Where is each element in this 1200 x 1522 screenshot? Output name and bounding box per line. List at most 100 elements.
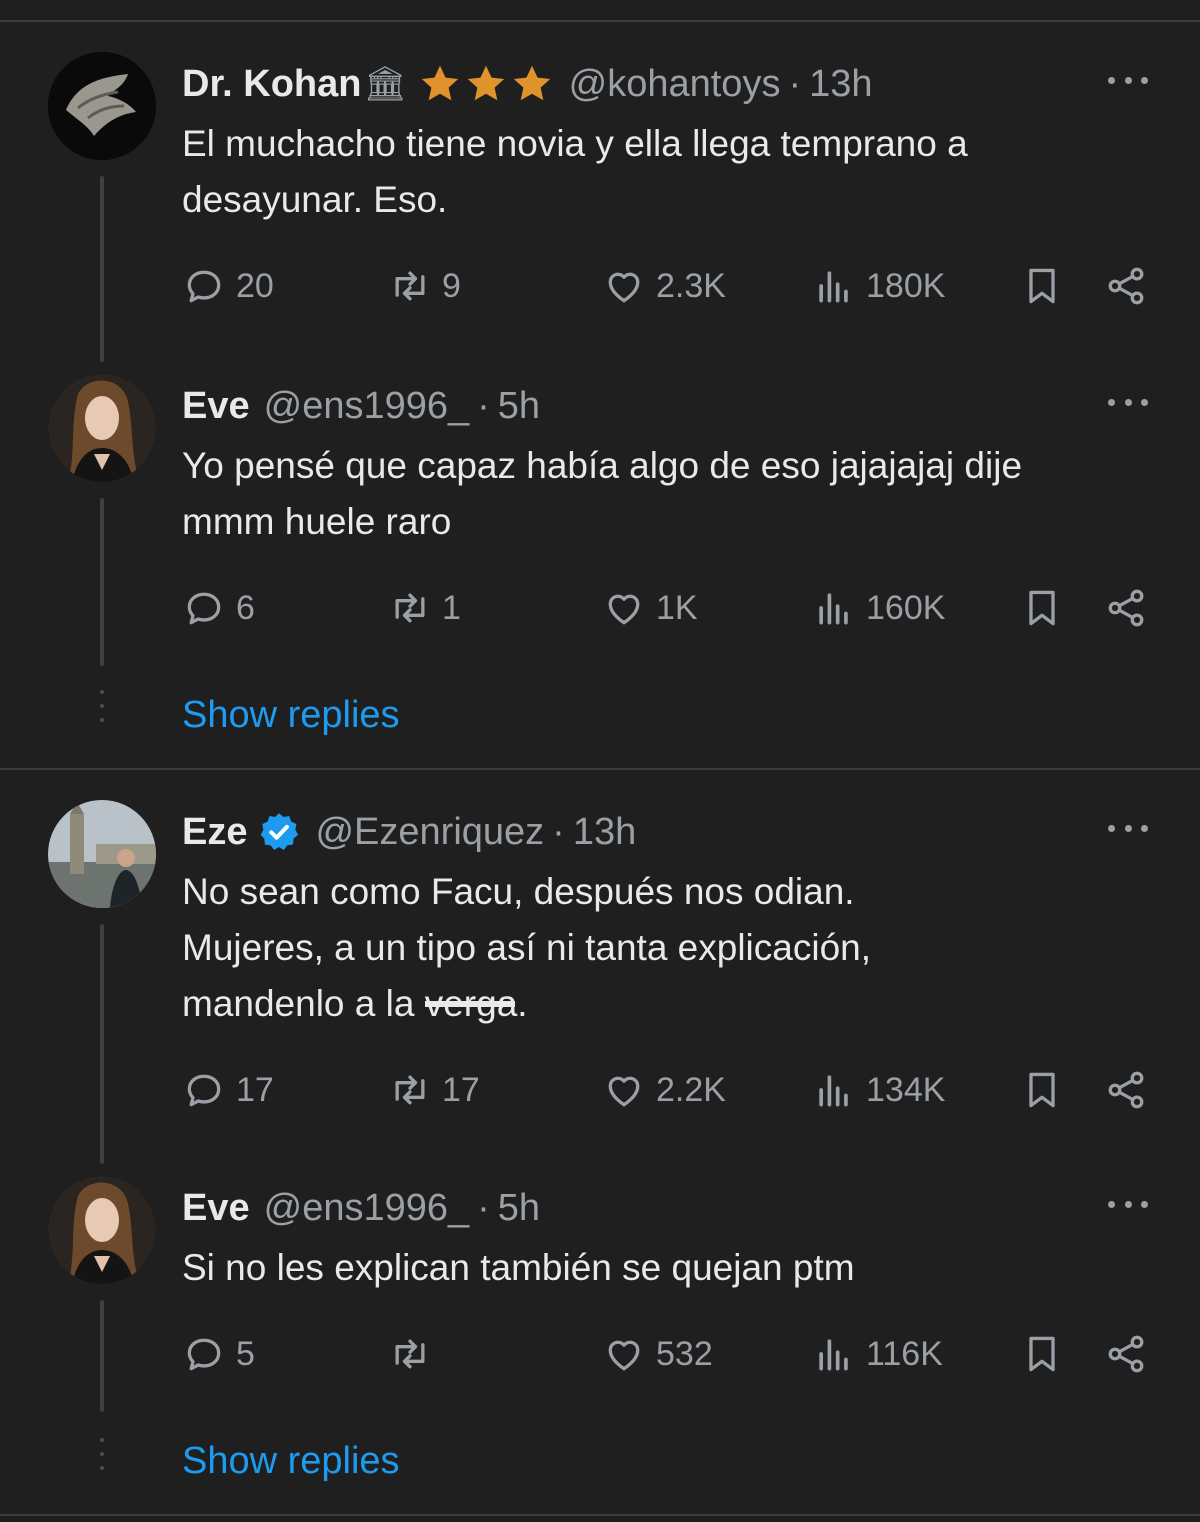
- views-button[interactable]: 160K: [812, 584, 945, 632]
- thread-divider: [0, 768, 1200, 770]
- separator-dot: ·: [477, 1186, 490, 1229]
- user-handle[interactable]: @Ezenriquez: [315, 811, 544, 854]
- more-icon[interactable]: [1108, 1194, 1148, 1214]
- thread-line: [100, 924, 104, 1164]
- display-name[interactable]: Eze: [182, 811, 247, 854]
- views-icon: [812, 586, 856, 630]
- share-icon: [1104, 1068, 1148, 1112]
- share-button[interactable]: [1104, 584, 1158, 632]
- like-button[interactable]: 1K: [602, 584, 698, 632]
- like-button[interactable]: 2.2K: [602, 1066, 726, 1114]
- action-bar: 20 9 2.3K 180K: [182, 262, 1162, 310]
- bookmark-button[interactable]: [1020, 1066, 1074, 1114]
- avatar[interactable]: [48, 52, 156, 160]
- tweet-text: Si no les explican también se quejan ptm: [182, 1247, 855, 1288]
- like-icon: [602, 1068, 646, 1112]
- thread-line: [100, 1300, 104, 1412]
- like-icon: [602, 264, 646, 308]
- timestamp[interactable]: 5h: [498, 1187, 540, 1230]
- bookmark-button[interactable]: [1020, 584, 1074, 632]
- retweet-icon: [388, 264, 432, 308]
- views-button[interactable]: 180K: [812, 262, 945, 310]
- action-bar: 6 1 1K 160K: [182, 584, 1162, 632]
- reply-button[interactable]: 17: [182, 1066, 274, 1114]
- views-button[interactable]: 134K: [812, 1066, 945, 1114]
- tweet-header: Eve @ens1996_ · 5h: [182, 382, 540, 430]
- bookmark-button[interactable]: [1020, 262, 1074, 310]
- retweet-button[interactable]: [388, 1330, 442, 1378]
- share-button[interactable]: [1104, 1066, 1158, 1114]
- avatar[interactable]: [48, 374, 156, 482]
- display-name[interactable]: Eve: [182, 1187, 250, 1230]
- display-name[interactable]: Eve: [182, 385, 250, 428]
- reply-icon: [182, 1332, 226, 1376]
- thread-line: [100, 498, 104, 666]
- user-handle[interactable]: @ens1996_: [264, 385, 470, 428]
- star-icon: [509, 61, 555, 107]
- more-icon[interactable]: [1108, 70, 1148, 90]
- tweet-text: El muchacho tiene novia y ella llega tem…: [182, 123, 968, 220]
- timestamp[interactable]: 13h: [573, 811, 636, 854]
- reply-button[interactable]: 6: [182, 584, 255, 632]
- reply-icon: [182, 586, 226, 630]
- retweet-button[interactable]: 1: [388, 584, 461, 632]
- bookmark-icon: [1020, 264, 1064, 308]
- like-icon: [602, 586, 646, 630]
- bookmark-icon: [1020, 1068, 1064, 1112]
- tweet-header: Dr. Kohan 🏛 @kohantoys · 13h: [182, 60, 873, 108]
- like-icon: [602, 1332, 646, 1376]
- tweet-text: No sean como Facu, después nos odian. Mu…: [182, 864, 1142, 1032]
- bookmark-icon: [1020, 586, 1064, 630]
- timestamp[interactable]: 5h: [498, 385, 540, 428]
- user-handle[interactable]: @kohantoys: [569, 63, 781, 106]
- tweet-header: Eze @Ezenriquez · 13h: [182, 808, 636, 856]
- retweet-button[interactable]: 17: [388, 1066, 480, 1114]
- thread-dots: [100, 690, 104, 732]
- verified-icon: [257, 810, 301, 854]
- views-icon: [812, 264, 856, 308]
- views-icon: [812, 1068, 856, 1112]
- show-replies-link[interactable]: Show replies: [182, 694, 400, 737]
- share-button[interactable]: [1104, 262, 1158, 310]
- retweet-icon: [388, 1332, 432, 1376]
- reply-button[interactable]: 20: [182, 262, 274, 310]
- user-handle[interactable]: @ens1996_: [264, 1187, 470, 1230]
- display-name[interactable]: Dr. Kohan: [182, 63, 361, 106]
- share-button[interactable]: [1104, 1330, 1158, 1378]
- star-icon: [463, 61, 509, 107]
- reply-icon: [182, 264, 226, 308]
- more-icon[interactable]: [1108, 392, 1148, 412]
- bookmark-button[interactable]: [1020, 1330, 1074, 1378]
- star-icon: [417, 61, 463, 107]
- separator-dot: ·: [788, 62, 802, 105]
- tweet-header: Eve @ens1996_ · 5h: [182, 1184, 540, 1232]
- avatar[interactable]: [48, 800, 156, 908]
- share-icon: [1104, 586, 1148, 630]
- top-divider: [0, 20, 1200, 22]
- retweet-icon: [388, 586, 432, 630]
- share-icon: [1104, 264, 1148, 308]
- action-bar: 5 532 116K: [182, 1330, 1162, 1378]
- more-icon[interactable]: [1108, 818, 1148, 838]
- views-icon: [812, 1332, 856, 1376]
- share-icon: [1104, 1332, 1148, 1376]
- reply-button[interactable]: 5: [182, 1330, 255, 1378]
- timestamp[interactable]: 13h: [809, 63, 872, 106]
- retweet-icon: [388, 1068, 432, 1112]
- views-button[interactable]: 116K: [812, 1330, 943, 1378]
- bookmark-icon: [1020, 1332, 1064, 1376]
- like-button[interactable]: 2.3K: [602, 262, 726, 310]
- tweet-text: Yo pensé que capaz había algo de eso jaj…: [182, 445, 1023, 542]
- retweet-button[interactable]: 9: [388, 262, 461, 310]
- redacted-word: verga: [424, 976, 517, 1032]
- thread-line: [100, 176, 104, 362]
- reply-icon: [182, 1068, 226, 1112]
- show-replies-link[interactable]: Show replies: [182, 1440, 400, 1483]
- building-emoji: 🏛: [363, 65, 407, 103]
- like-button[interactable]: 532: [602, 1330, 713, 1378]
- separator-dot: ·: [477, 384, 490, 427]
- separator-dot: ·: [552, 810, 565, 853]
- action-bar: 17 17 2.2K 134K: [182, 1066, 1162, 1114]
- bottom-divider: [0, 1514, 1200, 1516]
- avatar[interactable]: [48, 1176, 156, 1284]
